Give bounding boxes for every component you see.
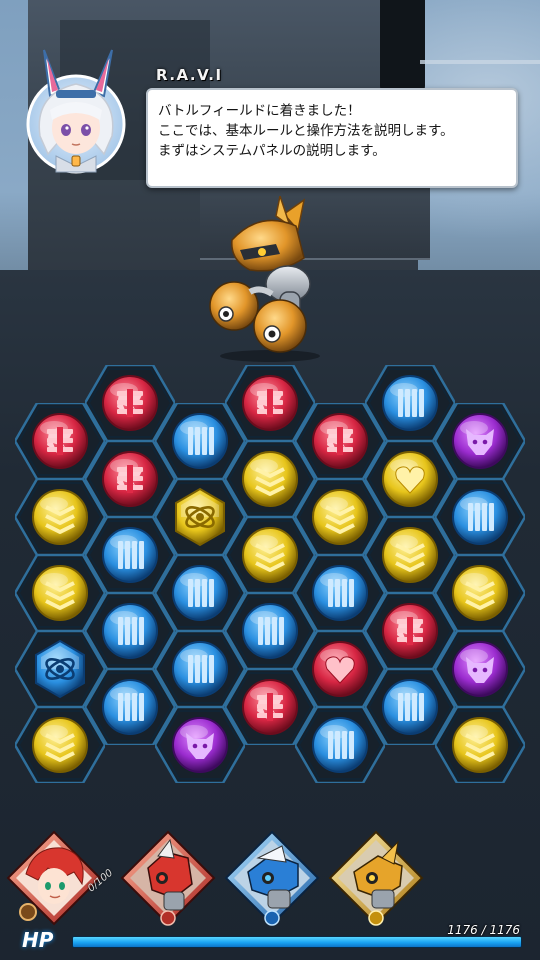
dialog-line: ここでは、基本ルールと操作方法を説明します。	[158, 123, 454, 139]
ravi-avatar	[20, 44, 132, 176]
red-bolt-icon	[100, 449, 160, 509]
red-heart-icon	[310, 639, 370, 699]
dialog-line: バトルフィールドに着きました！	[158, 103, 361, 119]
yellow-chevrons-icon	[310, 487, 370, 547]
party-bar: 0/100	[0, 820, 540, 930]
board-cell[interactable]	[435, 707, 525, 783]
enemy-robot[interactable]	[200, 193, 340, 366]
blue-bars-icon	[170, 563, 230, 623]
red-bolt-icon	[380, 601, 440, 661]
board-cell[interactable]	[295, 707, 385, 783]
yellow-atom-icon	[170, 487, 230, 547]
yellow-chevrons-icon	[380, 525, 440, 585]
yellow-chevrons-icon	[30, 487, 90, 547]
blue-bars-icon	[100, 601, 160, 661]
blue-bars-icon	[380, 677, 440, 737]
dialog-line: まずはシステムパネルの説明します。	[158, 143, 386, 159]
blue-bars-icon	[380, 373, 440, 433]
blue-bars-icon	[310, 715, 370, 775]
puzzle-board	[0, 362, 540, 822]
blue-bars-icon	[100, 525, 160, 585]
hp-bar	[72, 936, 522, 948]
board-cell[interactable]	[15, 707, 105, 783]
blue-bars-icon	[450, 487, 510, 547]
yellow-chevrons-icon	[450, 715, 510, 775]
speaker-name: R.A.V.I	[156, 66, 223, 84]
red-bolt-icon	[100, 373, 160, 433]
board-cell[interactable]	[155, 707, 245, 783]
leader-portrait[interactable]	[4, 828, 104, 928]
hp-value: 1176 / 1176	[447, 923, 520, 937]
blue-robot-portrait[interactable]	[222, 828, 322, 928]
purple-beast-icon	[450, 639, 510, 699]
red-bolt-icon	[240, 677, 300, 737]
yellow-heart-icon	[380, 449, 440, 509]
gold-robot-portrait[interactable]	[326, 828, 426, 928]
yellow-chevrons-icon	[30, 563, 90, 623]
hp-label: HP	[22, 928, 54, 952]
yellow-chevrons-icon	[240, 525, 300, 585]
pillar	[380, 0, 425, 100]
red-robot-portrait[interactable]	[118, 828, 218, 928]
yellow-chevrons-icon	[240, 449, 300, 509]
purple-beast-icon	[450, 411, 510, 471]
dialog-box[interactable]: バトルフィールドに着きました！ ここでは、基本ルールと操作方法を説明します。 ま…	[146, 88, 518, 188]
blue-bars-icon	[170, 411, 230, 471]
blue-bars-icon	[240, 601, 300, 661]
red-bolt-icon	[310, 411, 370, 471]
purple-beast-icon	[170, 715, 230, 775]
blue-atom-icon	[30, 639, 90, 699]
yellow-chevrons-icon	[450, 563, 510, 623]
hp-fill	[73, 937, 521, 947]
blue-bars-icon	[310, 563, 370, 623]
red-bolt-icon	[30, 411, 90, 471]
yellow-chevrons-icon	[30, 715, 90, 775]
hp-row: HP 1176 / 1176	[0, 923, 540, 960]
blue-bars-icon	[170, 639, 230, 699]
red-bolt-icon	[240, 373, 300, 433]
blue-bars-icon	[100, 677, 160, 737]
